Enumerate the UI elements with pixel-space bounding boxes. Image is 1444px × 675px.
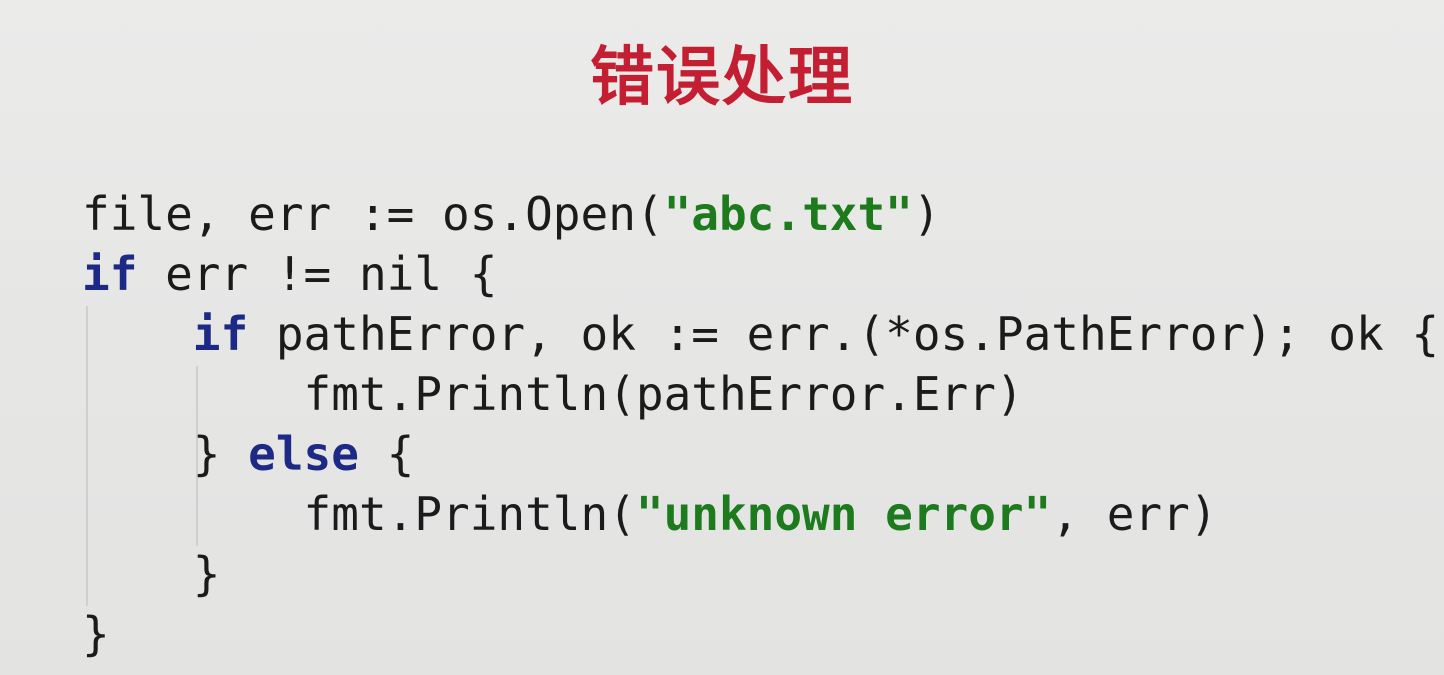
code-line: if err != nil { (82, 244, 1439, 304)
code-text: fmt.Println( (82, 487, 636, 541)
code-line: fmt.Println("unknown error", err) (82, 484, 1439, 544)
code-text: { (358, 427, 415, 481)
code-keyword: if (192, 307, 249, 361)
code-line: fmt.Println(pathError.Err) (82, 364, 1439, 424)
code-text: fmt.Println(pathError.Err) (82, 367, 1024, 421)
code-text: } (82, 547, 221, 601)
code-text: , err) (1051, 487, 1218, 541)
code-line: } else { (82, 424, 1439, 484)
code-text: } (82, 607, 110, 661)
code-keyword: if (82, 247, 138, 301)
code-text: } (82, 427, 249, 481)
code-text: ) (912, 187, 941, 241)
code-string: "unknown error" (635, 487, 1052, 541)
code-line: } (82, 604, 1439, 664)
code-line: file, err := os.Open("abc.txt") (82, 184, 1439, 244)
code-line: } (82, 544, 1439, 604)
slide: 错误处理 file, err := os.Open("abc.txt") if e… (0, 0, 1444, 675)
code-block: file, err := os.Open("abc.txt") if err !=… (82, 184, 1439, 664)
code-line: if pathError, ok := err.(*os.PathError);… (82, 304, 1439, 364)
slide-title: 错误处理 (590, 41, 854, 115)
code-text: err != nil { (137, 247, 498, 301)
code-text: file, err := os.Open( (82, 187, 664, 241)
code-string: "abc.txt" (663, 187, 913, 241)
code-text: pathError, ok := err.(*os.PathError); ok… (248, 307, 1440, 361)
code-keyword: else (248, 427, 359, 481)
